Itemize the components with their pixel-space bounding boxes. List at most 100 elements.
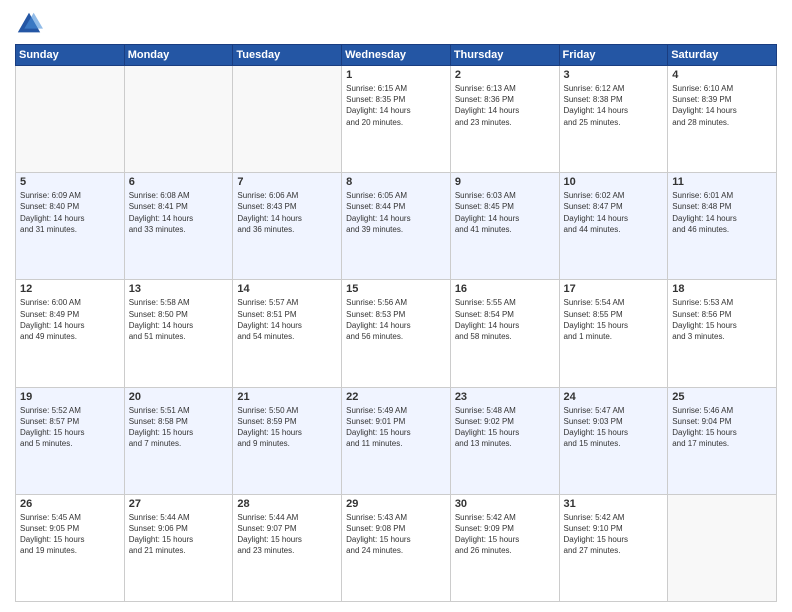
calendar-day-cell: 19 Sunrise: 5:52 AMSunset: 8:57 PMDayligh… <box>16 387 125 494</box>
day-number: 13 <box>129 283 229 295</box>
calendar-day-cell: 4 Sunrise: 6:10 AMSunset: 8:39 PMDaylight… <box>668 66 777 173</box>
day-number: 27 <box>129 498 229 510</box>
calendar-day-cell: 9Sunrise: 6:03 AMSunset: 8:45 PMDaylight… <box>450 173 559 280</box>
calendar-day-cell: 22 Sunrise: 5:49 AMSunset: 9:01 PMDayligh… <box>342 387 451 494</box>
calendar-day-cell: 2 Sunrise: 6:13 AMSunset: 8:36 PMDaylight… <box>450 66 559 173</box>
day-number: 28 <box>237 498 337 510</box>
day-number: 19 <box>20 391 120 403</box>
day-info: Sunrise: 5:57 AMSunset: 8:51 PMDaylight:… <box>237 297 337 342</box>
weekday-header-friday: Friday <box>559 45 668 66</box>
day-number: 30 <box>455 498 555 510</box>
calendar-week-row: 1 Sunrise: 6:15 AMSunset: 8:35 PMDaylight… <box>16 66 777 173</box>
day-info: Sunrise: 6:06 AMSunset: 8:43 PMDaylight:… <box>237 190 337 235</box>
day-info: Sunrise: 6:02 AMSunset: 8:47 PMDaylight:… <box>564 190 664 235</box>
day-info: Sunrise: 6:01 AMSunset: 8:48 PMDaylight:… <box>672 190 772 235</box>
day-info: Sunrise: 6:10 AMSunset: 8:39 PMDaylight:… <box>672 83 772 128</box>
page: SundayMondayTuesdayWednesdayThursdayFrid… <box>0 0 792 612</box>
logo-icon <box>15 10 43 38</box>
day-number: 2 <box>455 69 555 81</box>
calendar-day-cell: 29Sunrise: 5:43 AMSunset: 9:08 PMDayligh… <box>342 494 451 601</box>
weekday-header-monday: Monday <box>124 45 233 66</box>
day-info: Sunrise: 5:50 AMSunset: 8:59 PMDaylight:… <box>237 405 337 450</box>
day-number: 7 <box>237 176 337 188</box>
day-info: Sunrise: 5:44 AMSunset: 9:07 PMDaylight:… <box>237 512 337 557</box>
calendar-day-cell: 28 Sunrise: 5:44 AMSunset: 9:07 PMDayligh… <box>233 494 342 601</box>
day-number: 6 <box>129 176 229 188</box>
day-number: 23 <box>455 391 555 403</box>
calendar-day-cell: 5 Sunrise: 6:09 AMSunset: 8:40 PMDaylight… <box>16 173 125 280</box>
day-info: Sunrise: 5:47 AMSunset: 9:03 PMDaylight:… <box>564 405 664 450</box>
calendar-day-cell: 16 Sunrise: 5:55 AMSunset: 8:54 PMDayligh… <box>450 280 559 387</box>
day-number: 5 <box>20 176 120 188</box>
calendar-day-cell: 26 Sunrise: 5:45 AMSunset: 9:05 PMDayligh… <box>16 494 125 601</box>
day-info: Sunrise: 5:42 AMSunset: 9:10 PMDaylight:… <box>564 512 664 557</box>
weekday-header-sunday: Sunday <box>16 45 125 66</box>
day-info: Sunrise: 5:51 AMSunset: 8:58 PMDaylight:… <box>129 405 229 450</box>
day-info: Sunrise: 6:12 AMSunset: 8:38 PMDaylight:… <box>564 83 664 128</box>
day-info: Sunrise: 5:55 AMSunset: 8:54 PMDaylight:… <box>455 297 555 342</box>
day-info: Sunrise: 5:43 AMSunset: 9:08 PMDaylight:… <box>346 512 446 557</box>
day-number: 12 <box>20 283 120 295</box>
logo <box>15 10 47 38</box>
calendar-day-cell: 14Sunrise: 5:57 AMSunset: 8:51 PMDayligh… <box>233 280 342 387</box>
calendar-day-cell: 7 Sunrise: 6:06 AMSunset: 8:43 PMDaylight… <box>233 173 342 280</box>
day-number: 10 <box>564 176 664 188</box>
calendar-day-cell: 17 Sunrise: 5:54 AMSunset: 8:55 PMDayligh… <box>559 280 668 387</box>
day-number: 1 <box>346 69 446 81</box>
calendar-day-cell: 21 Sunrise: 5:50 AMSunset: 8:59 PMDayligh… <box>233 387 342 494</box>
day-info: Sunrise: 5:54 AMSunset: 8:55 PMDaylight:… <box>564 297 664 342</box>
calendar-day-cell: 10 Sunrise: 6:02 AMSunset: 8:47 PMDayligh… <box>559 173 668 280</box>
day-number: 16 <box>455 283 555 295</box>
calendar-day-cell: 31 Sunrise: 5:42 AMSunset: 9:10 PMDayligh… <box>559 494 668 601</box>
day-number: 21 <box>237 391 337 403</box>
calendar-day-cell <box>16 66 125 173</box>
day-number: 31 <box>564 498 664 510</box>
day-number: 26 <box>20 498 120 510</box>
calendar-day-cell: 23 Sunrise: 5:48 AMSunset: 9:02 PMDayligh… <box>450 387 559 494</box>
day-info: Sunrise: 6:05 AMSunset: 8:44 PMDaylight:… <box>346 190 446 235</box>
day-number: 17 <box>564 283 664 295</box>
day-number: 22 <box>346 391 446 403</box>
calendar-day-cell <box>233 66 342 173</box>
calendar-day-cell: 18 Sunrise: 5:53 AMSunset: 8:56 PMDayligh… <box>668 280 777 387</box>
calendar-week-row: 19 Sunrise: 5:52 AMSunset: 8:57 PMDayligh… <box>16 387 777 494</box>
day-info: Sunrise: 5:46 AMSunset: 9:04 PMDaylight:… <box>672 405 772 450</box>
day-info: Sunrise: 5:49 AMSunset: 9:01 PMDaylight:… <box>346 405 446 450</box>
weekday-header-saturday: Saturday <box>668 45 777 66</box>
weekday-header-wednesday: Wednesday <box>342 45 451 66</box>
weekday-header-thursday: Thursday <box>450 45 559 66</box>
calendar-day-cell <box>124 66 233 173</box>
calendar-day-cell: 30 Sunrise: 5:42 AMSunset: 9:09 PMDayligh… <box>450 494 559 601</box>
day-info: Sunrise: 5:45 AMSunset: 9:05 PMDaylight:… <box>20 512 120 557</box>
day-number: 4 <box>672 69 772 81</box>
calendar-day-cell: 11Sunrise: 6:01 AMSunset: 8:48 PMDayligh… <box>668 173 777 280</box>
calendar-day-cell <box>668 494 777 601</box>
calendar-day-cell: 3Sunrise: 6:12 AMSunset: 8:38 PMDaylight… <box>559 66 668 173</box>
calendar-day-cell: 20 Sunrise: 5:51 AMSunset: 8:58 PMDayligh… <box>124 387 233 494</box>
day-info: Sunrise: 6:00 AMSunset: 8:49 PMDaylight:… <box>20 297 120 342</box>
calendar-day-cell: 12 Sunrise: 6:00 AMSunset: 8:49 PMDayligh… <box>16 280 125 387</box>
weekday-header-row: SundayMondayTuesdayWednesdayThursdayFrid… <box>16 45 777 66</box>
day-number: 15 <box>346 283 446 295</box>
day-info: Sunrise: 6:09 AMSunset: 8:40 PMDaylight:… <box>20 190 120 235</box>
weekday-header-tuesday: Tuesday <box>233 45 342 66</box>
day-info: Sunrise: 5:42 AMSunset: 9:09 PMDaylight:… <box>455 512 555 557</box>
calendar-table: SundayMondayTuesdayWednesdayThursdayFrid… <box>15 44 777 602</box>
day-info: Sunrise: 6:08 AMSunset: 8:41 PMDaylight:… <box>129 190 229 235</box>
day-number: 25 <box>672 391 772 403</box>
day-info: Sunrise: 6:15 AMSunset: 8:35 PMDaylight:… <box>346 83 446 128</box>
day-number: 18 <box>672 283 772 295</box>
day-number: 8 <box>346 176 446 188</box>
calendar-day-cell: 6 Sunrise: 6:08 AMSunset: 8:41 PMDaylight… <box>124 173 233 280</box>
day-info: Sunrise: 5:52 AMSunset: 8:57 PMDaylight:… <box>20 405 120 450</box>
calendar-day-cell: 8 Sunrise: 6:05 AMSunset: 8:44 PMDaylight… <box>342 173 451 280</box>
day-number: 20 <box>129 391 229 403</box>
day-info: Sunrise: 6:13 AMSunset: 8:36 PMDaylight:… <box>455 83 555 128</box>
day-info: Sunrise: 5:53 AMSunset: 8:56 PMDaylight:… <box>672 297 772 342</box>
calendar-day-cell: 27 Sunrise: 5:44 AMSunset: 9:06 PMDayligh… <box>124 494 233 601</box>
day-info: Sunrise: 5:44 AMSunset: 9:06 PMDaylight:… <box>129 512 229 557</box>
day-info: Sunrise: 5:56 AMSunset: 8:53 PMDaylight:… <box>346 297 446 342</box>
day-number: 9 <box>455 176 555 188</box>
day-info: Sunrise: 5:48 AMSunset: 9:02 PMDaylight:… <box>455 405 555 450</box>
header <box>15 10 777 38</box>
